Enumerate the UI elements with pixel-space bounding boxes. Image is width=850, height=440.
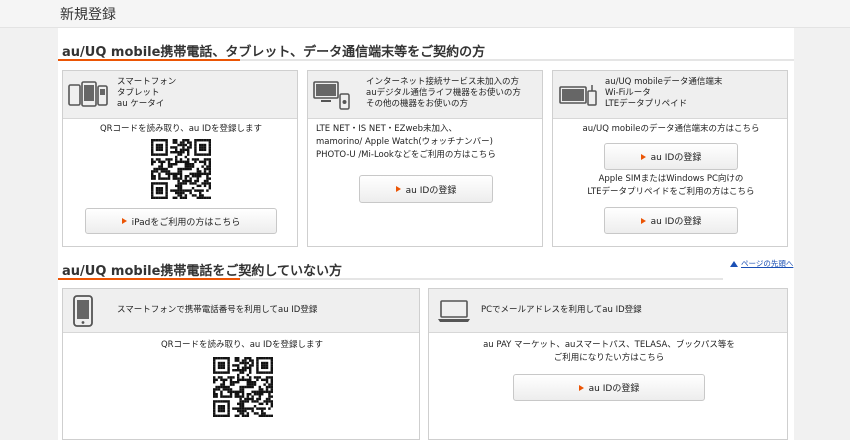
card-description: au/UQ mobileのデータ通信端末の方はこちら	[582, 124, 760, 134]
card-heading: インターネット接続サービス未加入の方 auデジタル通信ライフ機器をお使いの方 そ…	[366, 77, 521, 109]
section-title-not-contracted: au/UQ mobile携帯電話をご契約していない方	[62, 264, 343, 279]
card-header: PCでメールアドレスを利用してau ID登録	[429, 289, 787, 333]
qr-code	[151, 139, 211, 199]
card-no-internet-service: インターネット接続サービス未加入の方 auデジタル通信ライフ機器をお使いの方 そ…	[307, 70, 543, 247]
au-id-register-button-prepaid[interactable]: au IDの登録	[604, 207, 738, 234]
card-description: au PAY マーケット、auスマートパス、TELASA、ブックパス等を ご利用…	[483, 340, 735, 363]
top-bar: 新規登録	[0, 0, 850, 28]
card-description: QRコードを読み取り、au IDを登録します	[99, 124, 263, 134]
main-content: au/UQ mobile携帯電話、タブレット、データ通信端末等をご契約の方 スマ…	[58, 28, 794, 440]
arrow-right-icon	[640, 217, 646, 224]
section-divider	[58, 59, 794, 61]
page-top-link[interactable]: ページの先頭へ	[730, 258, 793, 269]
arrow-right-icon	[640, 153, 646, 160]
au-id-register-button-pc[interactable]: au IDの登録	[513, 374, 705, 401]
section-title-contracted: au/UQ mobile携帯電話、タブレット、データ通信端末等をご契約の方	[62, 45, 486, 60]
card-smartphone-tablet: スマートフォン タブレット au ケータイ QRコードを読み取り、au IDを登…	[62, 70, 298, 247]
card-heading: スマートフォン タブレット au ケータイ	[117, 77, 177, 109]
card-smartphone-register: スマートフォンで携帯電話番号を利用してau ID登録 QRコードを読み取り、au…	[62, 288, 420, 440]
card-heading: スマートフォンで携帯電話番号を利用してau ID登録	[117, 305, 318, 315]
arrow-up-icon	[730, 261, 738, 267]
pc-router-icon	[313, 81, 350, 110]
smartphone-tablet-phone-icon	[68, 81, 108, 107]
au-id-register-button-data[interactable]: au IDの登録	[604, 143, 738, 170]
card-header: インターネット接続サービス未加入の方 auデジタル通信ライフ機器をお使いの方 そ…	[308, 71, 542, 119]
au-id-register-button[interactable]: au IDの登録	[359, 175, 493, 203]
data-router-icon	[559, 85, 597, 106]
laptop-icon	[438, 300, 470, 322]
card-header: スマートフォンで携帯電話番号を利用してau ID登録	[63, 289, 419, 333]
card-description: QRコードを読み取り、au IDを登録します	[160, 340, 324, 350]
card-description-2: Apple SIMまたはWindows PC向けの LTEデータプリペイドをご利…	[587, 174, 755, 197]
arrow-right-icon	[395, 186, 401, 192]
page-title: 新規登録	[60, 7, 116, 23]
card-header: スマートフォン タブレット au ケータイ	[63, 71, 297, 119]
section-divider	[58, 278, 723, 280]
card-description: LTE NET・IS NET・EZweb未加入、 mamorino/ Apple…	[316, 124, 496, 160]
card-data-device: au/UQ mobileデータ通信端末 Wi-Fiルータ LTEデータプリペイド…	[552, 70, 788, 247]
arrow-right-icon	[121, 218, 127, 224]
ipad-users-button[interactable]: iPadをご利用の方はこちら	[85, 208, 277, 234]
arrow-right-icon	[578, 384, 584, 391]
qr-code	[213, 357, 273, 417]
card-heading: PCでメールアドレスを利用してau ID登録	[481, 305, 642, 315]
card-heading: au/UQ mobileデータ通信端末 Wi-Fiルータ LTEデータプリペイド	[605, 77, 723, 109]
smartphone-icon	[73, 295, 93, 327]
card-pc-register: PCでメールアドレスを利用してau ID登録 au PAY マーケット、auスマ…	[428, 288, 788, 440]
card-header: au/UQ mobileデータ通信端末 Wi-Fiルータ LTEデータプリペイド	[553, 71, 787, 119]
